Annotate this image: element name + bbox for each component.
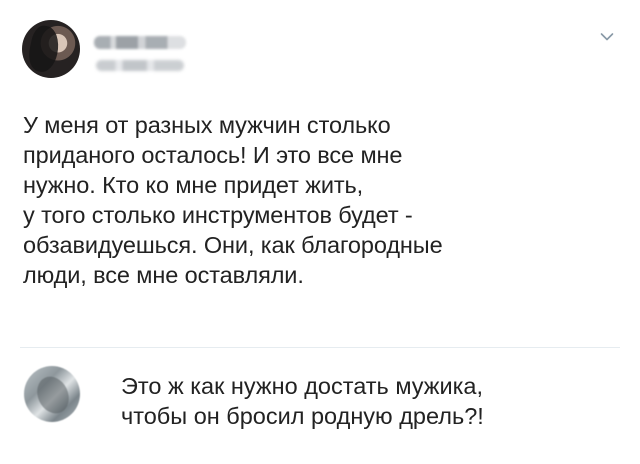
chevron-down-icon[interactable] — [600, 32, 614, 42]
tweet-card: У меня от разных мужчин столько приданог… — [0, 0, 640, 464]
reply-avatar[interactable] — [24, 366, 80, 422]
author-handle-blurred[interactable] — [96, 60, 184, 71]
divider — [20, 347, 620, 348]
reply-text: Это ж как нужно достать мужика, чтобы он… — [121, 373, 484, 429]
tweet-text: У меня от разных мужчин столько приданог… — [23, 112, 443, 288]
author-name-blurred[interactable] — [94, 36, 186, 49]
author-avatar[interactable] — [22, 20, 80, 78]
